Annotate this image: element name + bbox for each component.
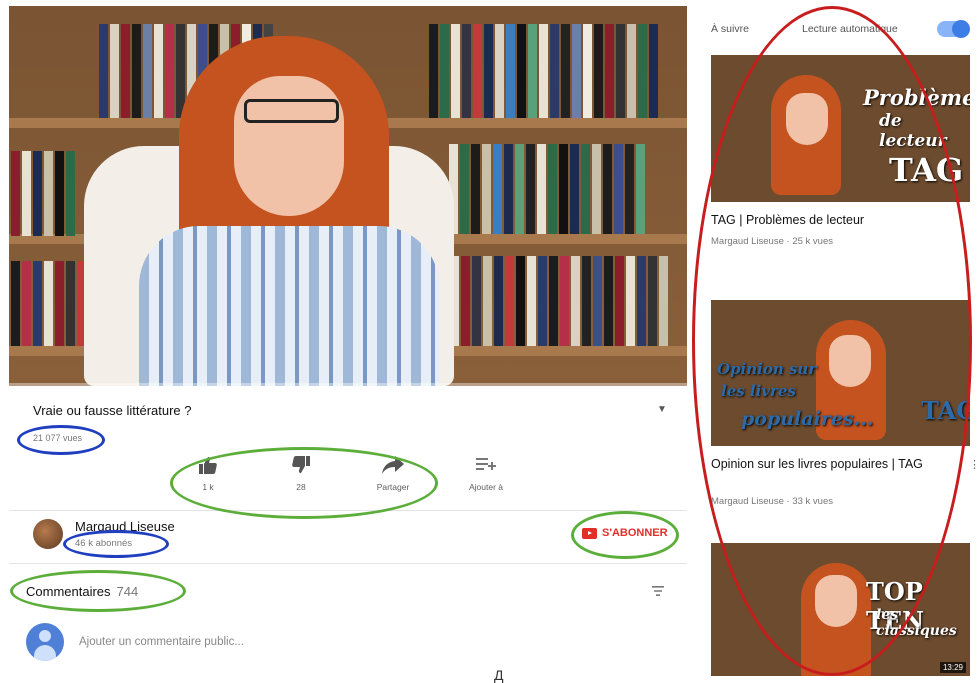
books [11,261,86,346]
user-avatar-icon [26,623,64,661]
dislike-button[interactable]: 28 [266,456,336,492]
youtube-logo-icon [582,527,597,539]
add-to-playlist-label: Ajouter à [468,482,504,492]
add-comment-input[interactable]: Ajouter un commentaire public... [79,636,244,648]
divider [9,510,687,511]
video-player[interactable] [9,6,687,386]
up-next-sidebar: À suivre Lecture automatique Problèmes d… [697,0,980,679]
presenter-shirt [139,226,439,386]
autoplay-toggle[interactable] [937,20,970,38]
autoplay-label: Lecture automatique [802,23,898,35]
thumbnail-face [815,575,857,627]
video-thumbnail[interactable]: TOP TEN les classiques 13:29 [711,543,970,676]
up-next-label: À suivre [711,23,749,35]
divider [9,563,687,564]
channel-name[interactable]: Margaud Liseuse [75,519,175,534]
up-next-video-title[interactable]: Opinion sur les livres populaires | TAG [711,456,951,472]
books [429,24,658,118]
thumbnail-overlay-text: TAG [889,151,964,189]
view-count: 21 077 vues [33,433,83,443]
add-to-playlist-icon [451,456,521,476]
subscribe-label: S'ABONNER [602,527,668,539]
up-next-video-title[interactable]: TAG | Problèmes de lecteur [711,212,951,228]
thumbnail-overlay-text: de lecteur [879,111,947,151]
video-thumbnail[interactable]: Opinion sur les livres populaires... TAG [711,300,970,446]
video-duration-badge: 13:29 [939,662,966,673]
thumbnail-overlay-text: les classiques [876,607,957,639]
share-label: Partager [376,482,410,492]
thumbnail-face [829,335,871,387]
thumbs-down-icon [266,456,336,476]
video-thumbnail[interactable]: Problèmes de lecteur TAG [711,55,970,202]
like-count: 1 k [202,482,214,492]
subscribe-button[interactable]: S'ABONNER [582,527,668,539]
subscriber-count: 46 k abonnés [75,538,133,549]
up-next-video-meta: Margaud Liseuse · 25 k vues [711,236,833,247]
mouse-cursor-icon: Д [494,667,504,683]
thumbs-up-icon [173,456,243,476]
more-options-icon[interactable]: ⋮ [969,458,980,471]
youtube-watch-page: Vraie ou fausse littérature ? ▼ 21 077 v… [0,0,980,683]
books [11,151,75,236]
share-button[interactable]: Partager [358,456,428,492]
channel-avatar[interactable] [33,519,63,549]
thumbnail-overlay-text: populaires... [741,408,874,430]
dislike-count: 28 [296,482,306,492]
up-next-video-meta: Margaud Liseuse · 33 k vues [711,496,833,507]
video-title: Vraie ou fausse littérature ? [33,403,192,418]
add-to-playlist-button[interactable]: Ajouter à [451,456,521,492]
presenter-glasses [244,99,339,123]
presenter-face [234,76,344,216]
share-icon [358,456,428,476]
sort-comments-icon[interactable] [652,585,664,599]
books [439,256,668,346]
expand-description-icon[interactable]: ▼ [657,404,667,415]
thumbnail-face [786,93,828,145]
books [449,144,645,234]
video-progress-bar[interactable] [9,383,687,386]
comments-header: Commentaires 744 [26,584,138,599]
thumbnail-overlay-text: TAG [921,396,970,425]
toggle-knob [952,20,970,38]
comments-count: 744 [116,584,139,599]
like-button[interactable]: 1 k [173,456,243,492]
thumbnail-overlay-text: Opinion sur [717,360,817,378]
thumbnail-overlay-text: les livres [721,382,796,400]
thumbnail-overlay-text: Problèmes [863,85,970,110]
comments-label: Commentaires [26,584,111,599]
